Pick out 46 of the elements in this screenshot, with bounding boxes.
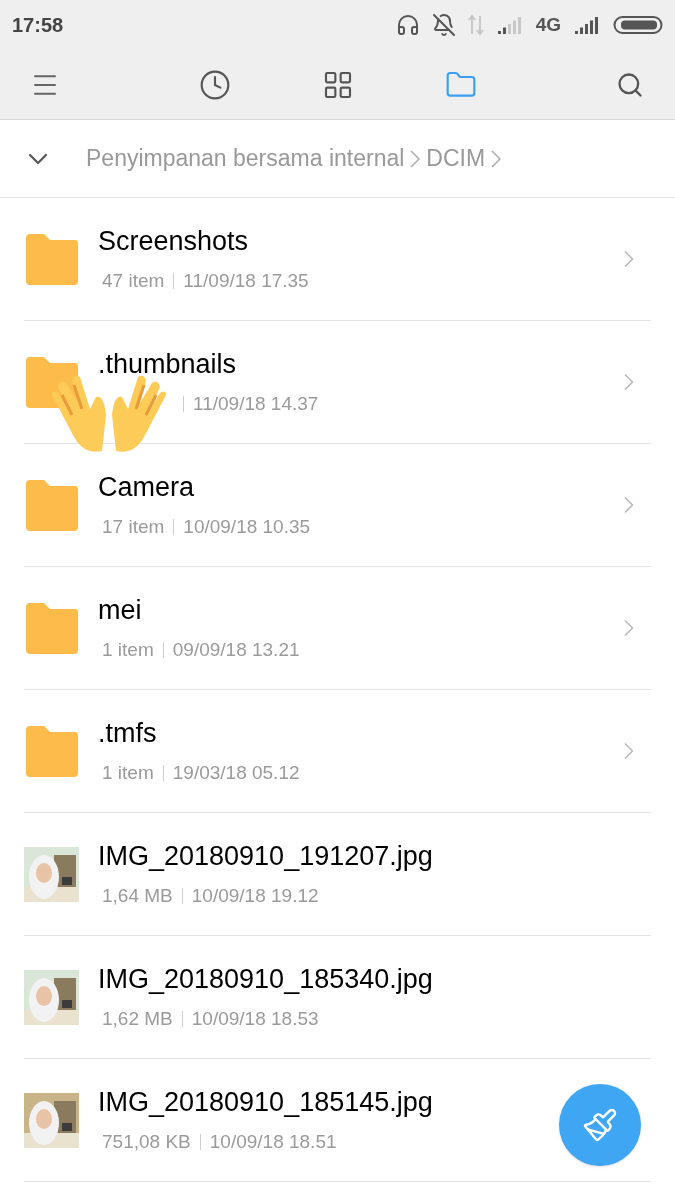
headphones-icon	[395, 13, 420, 37]
file-row[interactable]: Camera 17 item 10/09/18 10.35	[24, 444, 651, 567]
item-info: 1 item	[102, 760, 154, 785]
muted-bell-icon	[431, 13, 456, 37]
folder-icon	[24, 600, 79, 656]
signal-icon	[495, 15, 524, 35]
file-name: IMG_20180910_185145.jpg	[98, 1087, 433, 1117]
file-row[interactable]: Screenshots 47 item 11/09/18 17.35	[24, 198, 651, 321]
chevron-right-icon	[410, 149, 421, 168]
modified-date: 10/09/18 19.12	[191, 883, 319, 908]
item-info: 17 item	[102, 514, 165, 539]
modified-date: 10/09/18 18.51	[209, 1129, 337, 1154]
modified-date: 10/09/18 18.53	[191, 1006, 319, 1031]
modified-date: 19/03/18 05.12	[172, 760, 300, 785]
clock-icon	[198, 68, 231, 101]
file-name: IMG_20180910_185340.jpg	[98, 964, 433, 994]
folder-icon	[24, 231, 79, 287]
chevron-right-icon	[491, 149, 502, 168]
modified-date: 11/09/18 17.35	[183, 268, 309, 293]
modified-date: 10/09/18 10.35	[183, 514, 311, 539]
file-row[interactable]: IMG_20180910_191207.jpg 1,64 MB 10/09/18 19.12	[24, 813, 651, 936]
item-info: 1,62 MB	[102, 1006, 173, 1031]
file-name: .tmfs	[98, 718, 158, 748]
network-type: 4G	[535, 12, 561, 37]
clock-time: 17:58	[12, 13, 64, 38]
file-name: Camera	[98, 472, 196, 502]
file-row[interactable]: .tmfs 1 item 19/03/18 05.12	[24, 690, 651, 813]
data-arrows-icon	[467, 14, 484, 36]
folder-icon	[24, 723, 79, 779]
item-info: 1,64 MB	[102, 883, 173, 908]
folder-icon	[24, 477, 79, 533]
file-name: .thumbnails	[98, 349, 238, 379]
modified-date: 09/09/18 13.21	[172, 637, 300, 662]
file-name: mei	[98, 595, 143, 625]
item-info: 1 item	[102, 637, 154, 662]
battery-icon	[613, 14, 663, 36]
search-icon	[616, 70, 644, 99]
brush-icon	[582, 1107, 618, 1143]
modified-date: 11/09/18 14.37	[193, 391, 319, 416]
item-info: 751,08 KB	[102, 1129, 191, 1154]
file-name: Screenshots	[98, 226, 250, 256]
file-row[interactable]: IMG_20180910_185340.jpg 1,62 MB 10/09/18 18.53	[24, 936, 651, 1059]
file-name: IMG_20180910_191207.jpg	[98, 841, 433, 871]
file-row[interactable]: mei 1 item 09/09/18 13.21	[24, 567, 651, 690]
item-info: 47 item	[102, 268, 165, 293]
signal-icon	[573, 15, 601, 35]
